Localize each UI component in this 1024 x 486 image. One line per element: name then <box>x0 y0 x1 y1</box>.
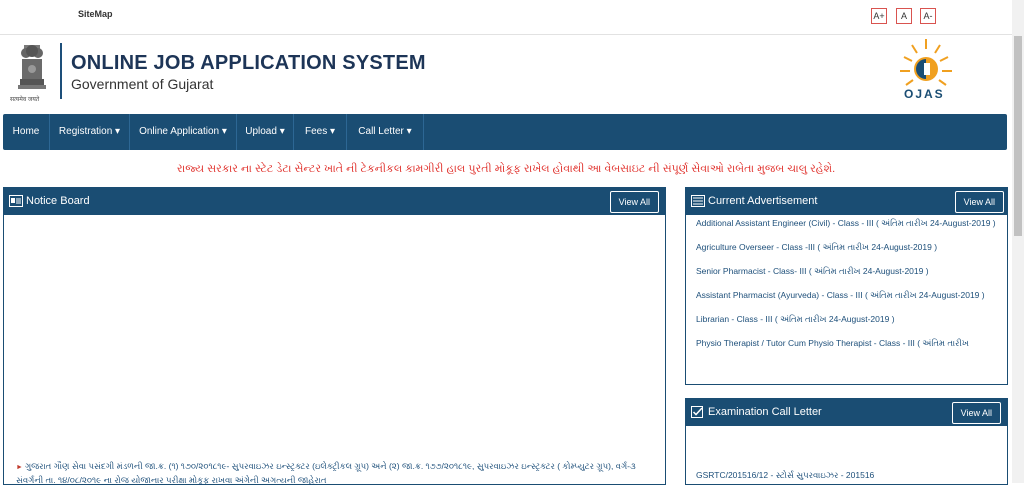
notice-board-panel: Notice Board View All ► ગુજરાત ગૌણ સેવા પ… <box>3 187 666 485</box>
nav-registration[interactable]: Registration ▾ <box>50 114 130 150</box>
nav-call-letter-label: Call Letter <box>358 126 404 137</box>
nav-call-letter[interactable]: Call Letter ▾ <box>347 114 424 150</box>
nav-fees[interactable]: Fees ▾ <box>294 114 347 150</box>
caret-down-icon: ▾ <box>221 126 227 137</box>
nav-upload[interactable]: Upload ▾ <box>237 114 294 150</box>
nav-registration-label: Registration <box>58 126 113 137</box>
nav-home[interactable]: Home <box>3 114 50 150</box>
notice-board-view-all-button[interactable]: View All <box>609 191 659 213</box>
page-scrollbar[interactable] <box>1012 0 1024 483</box>
list-item[interactable]: Agriculture Overseer - Class -III ( અંતિ… <box>696 241 996 253</box>
bullet-arrow-icon: ► <box>16 464 23 471</box>
emblem-caption: सत्यमेव जयते <box>10 97 40 103</box>
list-item[interactable]: Assistant Pharmacist (Ayurveda) - Class … <box>696 289 996 301</box>
exam-call-letter-view-all-button[interactable]: View All <box>951 402 1001 424</box>
notice-item[interactable]: ► ગુજરાત ગૌણ સેવા પસંદગી મંડળની જા.ક્ર. (… <box>16 460 656 486</box>
newspaper-icon <box>691 195 705 207</box>
notice-board-title: Notice Board <box>26 195 90 207</box>
advertisement-list: Additional Assistant Engineer (Civil) - … <box>696 218 996 361</box>
nav-online-application[interactable]: Online Application ▾ <box>130 114 237 150</box>
exam-call-letter-panel: Examination Call Letter View All GSRTC/2… <box>685 398 1008 485</box>
notice-item-text: ગુજરાત ગૌણ સેવા પસંદગી મંડળની જા.ક્ર. (૧… <box>16 461 636 485</box>
list-item[interactable]: Senior Pharmacist - Class- III ( અંતિમ ત… <box>696 265 996 277</box>
page-title: ONLINE JOB APPLICATION SYSTEM <box>71 52 426 74</box>
current-advertisement-header: Current Advertisement View All <box>686 188 1007 215</box>
announcement-marquee: રાજ્ય સરકાર ના સ્ટેટ ડેટા સેન્ટર ખાતે ની… <box>176 163 836 175</box>
sitemap-link[interactable]: SiteMap <box>78 9 113 19</box>
nav-upload-label: Upload <box>245 126 277 137</box>
notice-board-icon <box>9 195 23 207</box>
exam-call-letter-header: Examination Call Letter View All <box>686 399 1007 426</box>
checkbox-icon <box>691 406 703 418</box>
list-item[interactable]: Additional Assistant Engineer (Civil) - … <box>696 217 996 229</box>
list-item[interactable]: Physio Therapist / Tutor Cum Physio Ther… <box>696 337 996 349</box>
font-decrease-button[interactable]: A- <box>920 8 936 24</box>
list-item[interactable]: GSRTC/201516/12 - સ્ટોર્સ સુપરવાઇઝર - 20… <box>696 470 874 481</box>
caret-down-icon: ▾ <box>329 126 336 137</box>
site-header: सत्यमेव जयते ONLINE JOB APPLICATION SYST… <box>0 35 1012 113</box>
top-strip: SiteMap A+ A A- <box>0 0 1024 35</box>
header-divider <box>60 43 62 99</box>
scrollbar-thumb[interactable] <box>1014 36 1022 236</box>
page-subtitle: Government of Gujarat <box>71 76 214 92</box>
nav-home-label: Home <box>12 126 40 137</box>
notice-board-header: Notice Board View All <box>4 188 665 215</box>
ojas-logo-text: OJAS <box>904 87 945 101</box>
caret-down-icon: ▾ <box>406 126 412 137</box>
current-advertisement-view-all-button[interactable]: View All <box>954 191 1004 213</box>
current-advertisement-panel: Current Advertisement View All Additiona… <box>685 187 1008 385</box>
current-advertisement-title: Current Advertisement <box>708 195 818 207</box>
nav-fees-label: Fees <box>304 126 328 137</box>
font-increase-button[interactable]: A+ <box>871 8 887 24</box>
caret-down-icon: ▾ <box>279 126 285 137</box>
main-navbar: Home Registration ▾ Online Application ▾… <box>3 114 1007 150</box>
list-item[interactable]: Librarian - Class - III ( અંતિમ તારીખ 24… <box>696 313 996 325</box>
exam-call-letter-title: Examination Call Letter <box>708 406 822 418</box>
font-normal-button[interactable]: A <box>896 8 912 24</box>
caret-down-icon: ▾ <box>115 126 121 137</box>
nav-online-application-label: Online Application <box>139 126 220 137</box>
